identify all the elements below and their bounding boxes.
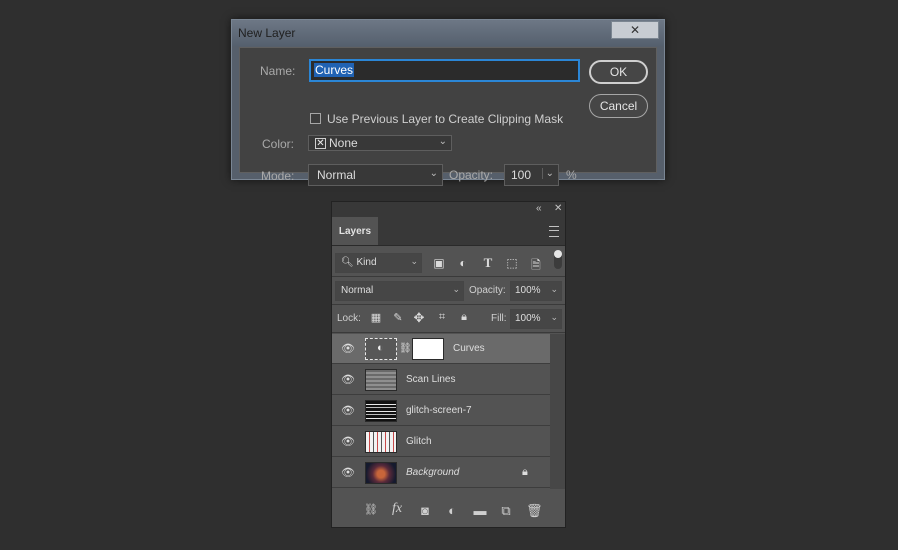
- layer-name: glitch-screen-7: [406, 405, 472, 416]
- panel-tabbar: Layers: [332, 217, 565, 246]
- type-filter-icon[interactable]: T: [481, 255, 495, 271]
- ok-button[interactable]: OK: [589, 60, 648, 84]
- name-label: Name:: [260, 64, 296, 78]
- dialog-title: New Layer: [238, 26, 296, 40]
- fx-icon[interactable]: fx: [390, 501, 404, 517]
- filter-toggle[interactable]: [554, 250, 562, 269]
- color-dropdown[interactable]: ✕ None ⌄: [308, 135, 452, 151]
- mask-thumbnail[interactable]: [412, 338, 444, 360]
- clipping-mask-label: Use Previous Layer to Create Clipping Ma…: [327, 112, 564, 126]
- smart-object-filter-icon[interactable]: 🗎: [529, 256, 543, 277]
- opacity-value: 100%: [515, 285, 541, 296]
- opacity-unit: %: [566, 168, 577, 182]
- opacity-value: 100: [511, 168, 532, 182]
- divider: [332, 276, 565, 277]
- blend-mode-value: Normal: [341, 285, 374, 296]
- visibility-eye-icon[interactable]: 👁︎: [341, 375, 355, 386]
- mask-icon[interactable]: ◙: [418, 503, 432, 518]
- visibility-eye-icon[interactable]: 👁︎: [341, 344, 355, 355]
- visibility-eye-icon[interactable]: 👁︎: [341, 406, 355, 417]
- opacity-label: Opacity:: [449, 168, 494, 182]
- close-button[interactable]: ✕: [611, 21, 659, 39]
- layer-name: Glitch: [406, 436, 432, 447]
- panel-footer: ⛓︎ fx ◙ ◐ ▬ ⧉ 🗑︎: [332, 498, 565, 526]
- chevron-down-icon: ⌄: [452, 284, 460, 294]
- blend-mode-dropdown[interactable]: Normal ⌄: [335, 281, 464, 301]
- visibility-eye-icon[interactable]: 👁︎: [341, 437, 355, 448]
- layer-row-glitch-screen-7[interactable]: 👁︎ glitch-screen-7: [332, 396, 550, 426]
- mode-dropdown-value: Normal: [317, 168, 356, 182]
- tab-layers[interactable]: Layers: [332, 217, 378, 245]
- trash-icon[interactable]: 🗑︎: [526, 503, 543, 519]
- chevron-down-icon[interactable]: ⌄: [550, 312, 558, 323]
- layer-name: Curves: [453, 343, 485, 354]
- color-label: Color:: [262, 137, 295, 151]
- opacity-field[interactable]: 100 ⌄: [504, 164, 559, 186]
- link-icon[interactable]: ⛓︎: [364, 503, 378, 516]
- clipping-mask-checkbox[interactable]: [310, 113, 321, 124]
- lock-artboard-icon[interactable]: ⌗: [435, 311, 449, 324]
- lock-icon: 🔒︎: [522, 466, 528, 478]
- layers-panel: « ✕ Layers 🔍︎ Kind ⌄ ▣ ◐ T ⬚ 🗎 Normal ⌄ …: [331, 201, 566, 528]
- opacity-label: Opacity:: [469, 285, 506, 296]
- name-input-value: Curves: [314, 63, 355, 77]
- dialog-body: Name: Curves Use Previous Layer to Creat…: [239, 47, 657, 186]
- lock-all-icon[interactable]: 🔒︎: [457, 311, 471, 324]
- lock-position-move-icon[interactable]: ✥: [412, 310, 426, 326]
- link-icon[interactable]: ⛓︎: [399, 343, 412, 354]
- fill-label: Fill:: [491, 313, 507, 324]
- layer-row-scan-lines[interactable]: 👁︎ Scan Lines: [332, 365, 550, 395]
- layer-name: Scan Lines: [406, 374, 456, 385]
- lock-label: Lock:: [337, 313, 361, 324]
- ok-button-label: OK: [609, 65, 628, 79]
- layer-thumbnail: [365, 400, 397, 422]
- close-icon: ✕: [629, 23, 641, 37]
- close-icon[interactable]: ✕: [554, 203, 562, 214]
- folder-icon[interactable]: ▬: [473, 503, 487, 518]
- chevron-down-icon[interactable]: ⌄: [541, 168, 554, 179]
- fill-field[interactable]: 100% ⌄: [510, 309, 562, 329]
- layer-name: Background: [406, 467, 460, 478]
- panel-header: « ✕: [332, 202, 565, 217]
- search-icon: 🔍︎: [341, 257, 354, 268]
- filter-kind-dropdown[interactable]: 🔍︎ Kind ⌄: [335, 253, 422, 273]
- adjustment-icon: ◐: [377, 342, 384, 354]
- color-dropdown-value: None: [329, 136, 358, 150]
- chevron-down-icon: ⌄: [438, 136, 447, 147]
- dialog-titlebar[interactable]: New Layer ✕: [232, 20, 664, 46]
- mode-dropdown[interactable]: Normal ⌄: [308, 164, 443, 186]
- layer-thumbnail: [365, 369, 397, 391]
- lock-transparent-icon[interactable]: ▦: [369, 311, 383, 324]
- no-color-icon: ✕: [315, 138, 326, 150]
- filter-kind-value: Kind: [356, 257, 377, 268]
- visibility-eye-icon[interactable]: 👁︎: [341, 468, 355, 479]
- mode-label: Mode:: [261, 169, 295, 183]
- adjustment-thumbnail: ◐: [365, 338, 397, 360]
- name-input[interactable]: Curves: [309, 59, 580, 82]
- divider: [332, 332, 565, 333]
- lock-pixels-brush-icon[interactable]: ✎: [391, 311, 405, 324]
- panel-menu-icon[interactable]: [549, 226, 559, 237]
- image-filter-icon[interactable]: ▣: [432, 256, 446, 270]
- divider: [332, 304, 565, 305]
- layer-row-glitch[interactable]: 👁︎ Glitch: [332, 427, 550, 457]
- fill-value: 100%: [515, 313, 541, 324]
- chevron-down-icon: ⌄: [429, 168, 438, 179]
- layer-row-curves[interactable]: 👁︎ ◐ ⛓︎ Curves: [332, 334, 550, 364]
- new-layer-icon[interactable]: ⧉: [499, 503, 513, 519]
- layers-scrollbar[interactable]: [550, 334, 565, 489]
- layer-row-background[interactable]: 👁︎ Background 🔒︎: [332, 458, 550, 488]
- chevron-down-icon[interactable]: ⌄: [550, 284, 558, 295]
- opacity-field[interactable]: 100% ⌄: [510, 281, 562, 301]
- layer-thumbnail: [365, 431, 397, 453]
- shape-filter-icon[interactable]: ⬚: [505, 256, 519, 270]
- cancel-button-label: Cancel: [599, 99, 638, 113]
- cancel-button[interactable]: Cancel: [589, 94, 648, 118]
- collapse-icon[interactable]: «: [536, 203, 542, 214]
- chevron-down-icon: ⌄: [410, 256, 418, 266]
- layer-thumbnail: [365, 462, 397, 484]
- adjustment-icon[interactable]: ◐: [445, 503, 459, 518]
- new-layer-dialog: New Layer ✕ Name: Curves Use Previous La…: [231, 19, 665, 186]
- adjustment-filter-icon[interactable]: ◐: [456, 256, 470, 270]
